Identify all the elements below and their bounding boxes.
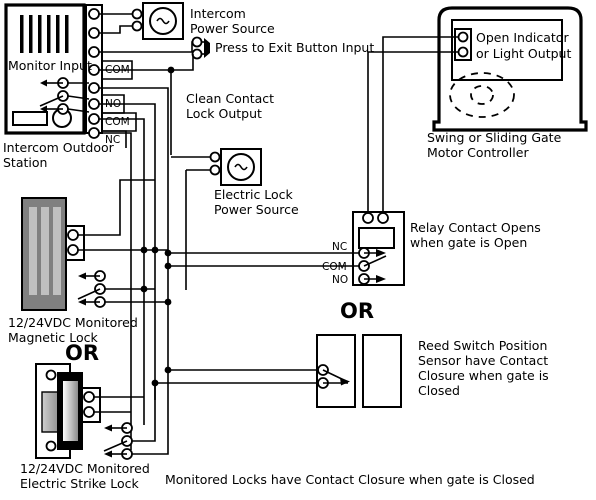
intercom-station-caption-2: Station [3,155,47,170]
gate-motor-controller[interactable] [432,6,588,132]
gate-controller-caption-1: Swing or Sliding Gate [427,130,562,145]
junction-dot [140,246,148,254]
terminal-label-no: NO [105,98,121,110]
intercom-power-caption-2: Power Source [190,21,275,36]
relay-terminal-com: COM [322,261,347,273]
footer-note: Monitored Locks have Contact Closure whe… [165,472,535,487]
junction-dot [140,285,148,293]
electric-lock-power-wires [171,156,211,290]
junction-dot [164,298,172,306]
terminal-label-com-top: COM [105,64,130,76]
electric-lock-power-caption-1: Electric Lock [214,187,294,202]
electric-lock-power-caption-2: Power Source [214,202,299,217]
reed-switch-sensor[interactable] [316,334,402,408]
electric-lock-power-source[interactable] [209,148,262,186]
wiring-diagram-canvas: Monitor Input COM NO COM NC Intercom Out… [0,0,596,500]
relay-contact-block[interactable] [352,211,405,286]
electric-strike-caption-1: 12/24VDC Monitored [20,461,150,476]
intercom-power-source[interactable] [142,2,184,40]
contact-arrow-icon-4 [78,298,86,306]
or-label-middle: OR [340,299,374,323]
clean-contact-caption-2: Lock Output [186,106,262,121]
intercom-power-caption-1: Intercom [190,6,246,21]
gate-controller-caption-2: Motor Controller [427,145,529,160]
magnetic-lock-wires [78,179,172,306]
contact-arrow-icon-6 [104,450,112,458]
gate-output-label-1: Open Indicator [476,30,569,45]
reed-input-wires [151,366,318,387]
reed-caption-4: Closed [418,383,460,398]
intercom-station-caption-1: Intercom Outdoor [3,140,115,155]
terminal-label-com-bottom: COM [105,116,130,128]
contact-arrow-icon-5 [104,424,112,432]
monitor-input-label: Monitor Input [8,58,92,73]
reed-caption-3: Closure when gate is [418,368,549,383]
gate-output-label-2: or Light Output [476,46,571,61]
reed-caption-2: Sensor have Contact [418,353,548,368]
or-label-left: OR [65,341,99,365]
diagram-svg: Monitor Input COM NO COM NC Intercom Out… [3,2,588,491]
contact-arrow-icon-3 [78,272,86,280]
junction-dot [164,262,172,270]
intercom-power-terminals [99,8,143,34]
press-to-exit-label: Press to Exit Button Input [215,40,374,55]
relay-terminal-no: NO [332,274,348,286]
magnetic-lock[interactable] [21,197,106,311]
magnetic-lock-caption-1: 12/24VDC Monitored [8,315,138,330]
relay-caption-2: when gate is Open [410,235,527,250]
clean-contact-caption-1: Clean Contact [186,91,274,106]
electric-strike-caption-2: Electric Strike Lock [20,476,139,491]
relay-caption-1: Relay Contact Opens [410,220,541,235]
push-button-icon [204,38,210,58]
relay-terminal-nc: NC [332,241,347,253]
reed-caption-1: Reed Switch Position [418,338,547,353]
junction-dot [151,246,159,254]
